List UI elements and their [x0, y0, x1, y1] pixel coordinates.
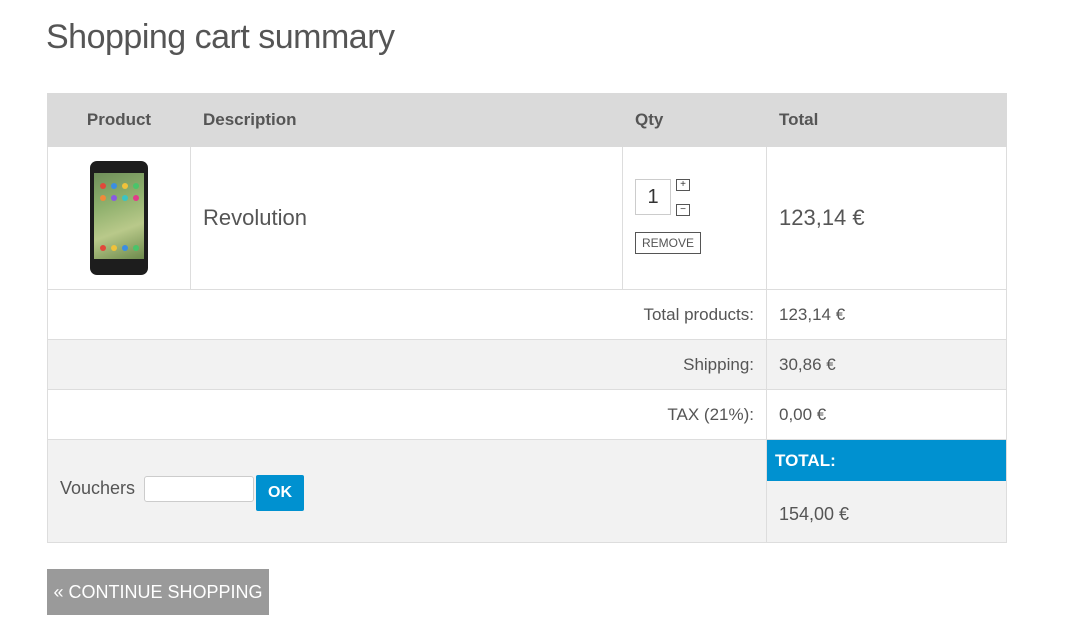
decrease-qty-button[interactable]: − [676, 204, 690, 216]
grand-total-cell: TOTAL: 154,00 € [766, 439, 1007, 543]
grand-total-label: TOTAL: [767, 440, 1006, 481]
tax-row: TAX (21%): 0,00 € [47, 389, 1007, 440]
header-product: Product [47, 93, 191, 147]
shipping-row: Shipping: 30,86 € [47, 339, 1007, 390]
shipping-label: Shipping: [47, 339, 767, 390]
total-products-value: 123,14 € [766, 289, 1007, 340]
cart-item-row: Revolution 1 + − REMOVE 123,14 € [47, 146, 1007, 290]
header-description: Description [190, 93, 623, 147]
grand-total-value: 154,00 € [779, 504, 850, 524]
item-total: 123,14 € [766, 146, 1007, 290]
product-image-cell [47, 146, 191, 290]
cart-table: Product Description Qty Total Revolution… [47, 93, 1007, 543]
table-header-row: Product Description Qty Total [47, 93, 1007, 147]
increase-qty-button[interactable]: + [676, 179, 690, 191]
voucher-total-row: Vouchers OK TOTAL: 154,00 € [47, 439, 1007, 543]
shipping-value: 30,86 € [766, 339, 1007, 390]
voucher-section: Vouchers OK [47, 439, 767, 543]
total-products-label: Total products: [47, 289, 767, 340]
page-title: Shopping cart summary [46, 18, 395, 56]
header-total: Total [766, 93, 1007, 147]
qty-cell: 1 + − REMOVE [622, 146, 767, 290]
voucher-label: Vouchers [60, 478, 136, 498]
total-products-row: Total products: 123,14 € [47, 289, 1007, 340]
voucher-input[interactable] [144, 476, 254, 502]
header-qty: Qty [622, 93, 767, 147]
tax-label: TAX (21%): [47, 389, 767, 440]
remove-button[interactable]: REMOVE [635, 232, 702, 254]
continue-shopping-button[interactable]: « CONTINUE SHOPPING [47, 569, 269, 615]
quantity-input[interactable]: 1 [635, 179, 671, 215]
product-description: Revolution [190, 146, 623, 290]
tax-value: 0,00 € [766, 389, 1007, 440]
phone-image[interactable] [90, 161, 148, 275]
voucher-ok-button[interactable]: OK [256, 475, 304, 511]
